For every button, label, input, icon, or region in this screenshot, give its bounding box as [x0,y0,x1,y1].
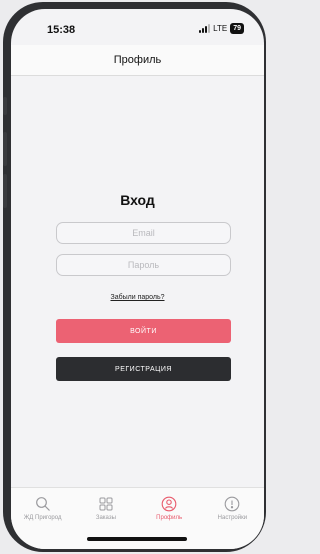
email-field[interactable] [56,222,231,244]
tab-label: Заказы [95,515,116,521]
phone-frame: 15:38 LTE 79 Профиль Вход Забыли пароль?… [3,2,266,552]
volume-up-button [3,132,7,166]
tab-label: Настройки [217,515,248,521]
navigation-bar: Профиль [11,45,264,76]
screen: 15:38 LTE 79 Профиль Вход Забыли пароль?… [11,9,264,549]
tab-label: Профиль [156,515,183,521]
info-icon [201,495,264,513]
status-bar: 15:38 LTE 79 [11,9,264,45]
tab-suburban-trains[interactable]: ЖД Пригород [11,488,74,549]
forgot-password-link[interactable]: Забыли пароль? [11,294,264,301]
tab-settings[interactable]: Настройки [201,488,264,549]
profile-icon [138,495,201,513]
register-button[interactable]: РЕГИСТРАЦИЯ [56,357,231,381]
battery-icon: 79 [230,23,244,34]
network-type: LTE [213,24,228,33]
login-form: Вход Забыли пароль? ВОЙТИ РЕГИСТРАЦИЯ [11,76,264,494]
signal-icon [199,24,211,33]
search-icon [11,495,74,513]
tab-label: ЖД Пригород [23,515,62,521]
mute-switch [3,97,7,115]
status-time: 15:38 [47,24,76,36]
page-title: Профиль [113,54,162,66]
volume-down-button [3,174,7,208]
password-field[interactable] [56,254,231,276]
login-button[interactable]: ВОЙТИ [56,319,231,343]
grid-icon [74,495,137,513]
home-indicator [87,537,187,541]
login-title: Вход [120,192,155,208]
status-indicators: LTE 79 [199,23,244,34]
